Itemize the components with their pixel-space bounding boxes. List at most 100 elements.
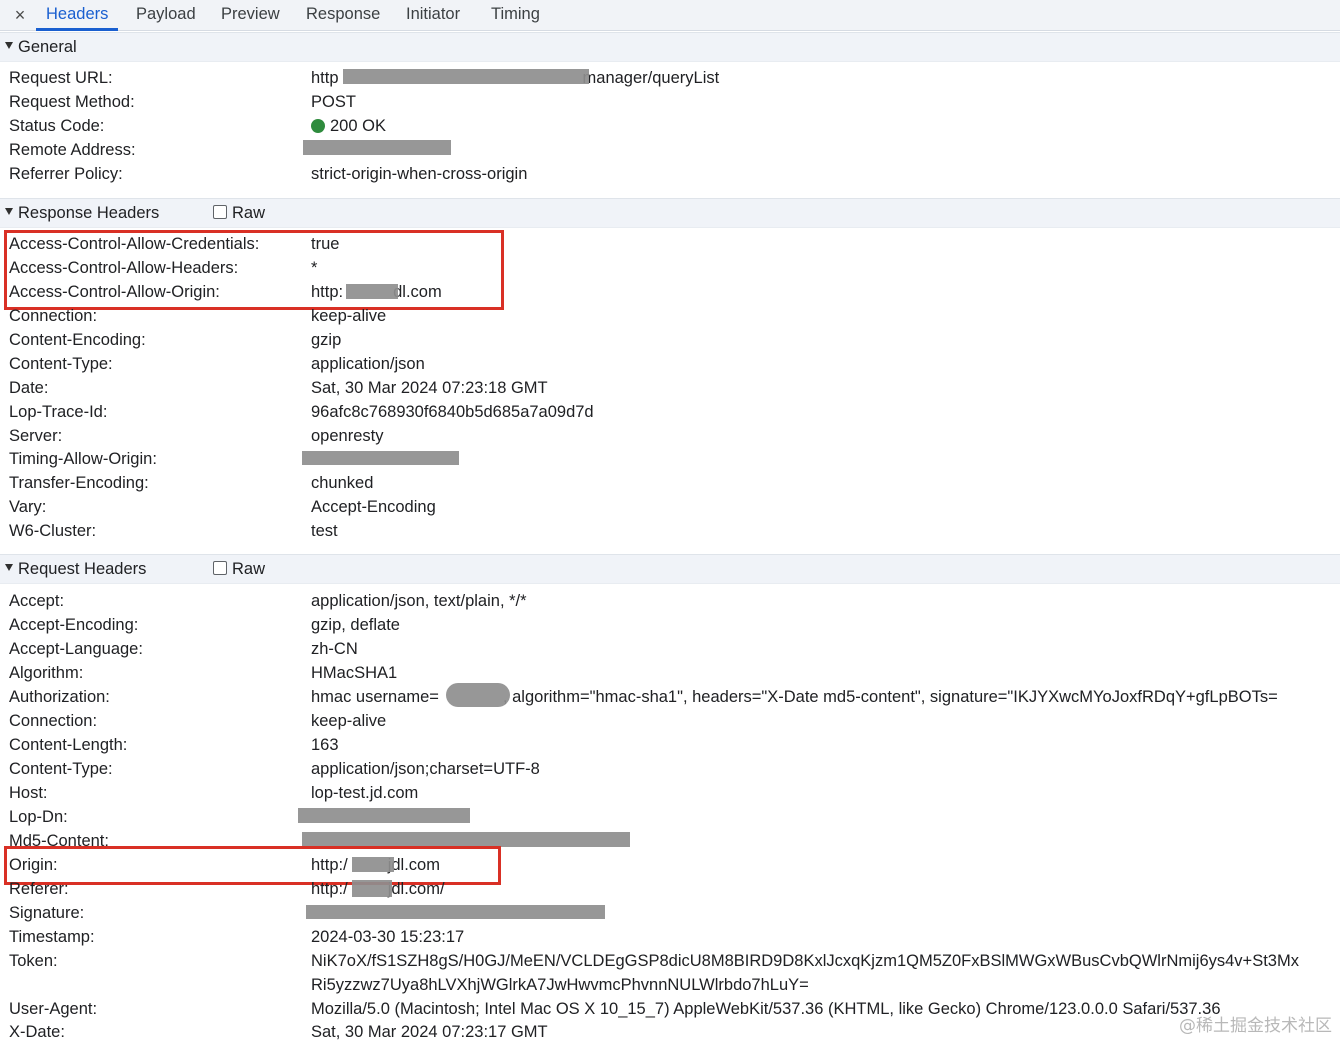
header-row: Content-Type: application/json	[0, 353, 1340, 377]
checkbox-icon[interactable]	[213, 205, 227, 219]
header-key: Content-Encoding:	[9, 331, 146, 349]
header-row: Referrer Policy: strict-origin-when-cros…	[0, 163, 1340, 187]
redaction-bar	[302, 832, 630, 847]
tab-timing[interactable]: Timing	[491, 0, 540, 31]
triangle-down-icon	[5, 208, 13, 215]
header-key: Signature:	[9, 904, 85, 922]
header-value[interactable]: Sat, 30 Mar 2024 07:23:18 GMT	[311, 377, 548, 399]
header-value[interactable]: strict-origin-when-cross-origin	[311, 163, 527, 185]
header-value[interactable]: gzip, deflate	[311, 614, 400, 636]
header-value[interactable]: 163	[311, 734, 339, 756]
tab-headers[interactable]: Headers	[36, 0, 119, 31]
header-row: Accept: application/json, text/plain, */…	[0, 590, 1340, 614]
header-key: Date:	[9, 379, 49, 397]
header-value[interactable]: gzip	[311, 329, 341, 351]
header-value[interactable]: zh-CN	[311, 638, 358, 660]
header-row: Lop-Trace-Id: 96afc8c768930f6840b5d685a7…	[0, 401, 1340, 425]
header-row: Md5-Content:	[0, 830, 1340, 854]
header-row: Signature:	[0, 902, 1340, 926]
header-key: Accept-Language:	[9, 640, 143, 658]
redaction-bar	[352, 857, 394, 872]
header-row: Vary: Accept-Encoding	[0, 496, 1340, 520]
header-row: Referer: http:/jdl.com/	[0, 878, 1340, 902]
redaction-bar	[306, 905, 605, 919]
section-general-header[interactable]: General	[0, 32, 1340, 62]
checkbox-icon[interactable]	[213, 561, 227, 575]
header-row: Lop-Dn:	[0, 806, 1340, 830]
header-key: Referer:	[9, 880, 69, 898]
header-key: Content-Type:	[9, 355, 113, 373]
header-row: W6-Cluster: test	[0, 520, 1340, 544]
header-value[interactable]: 96afc8c768930f6840b5d685a7a09d7d	[311, 401, 594, 423]
header-row: User-Agent: Mozilla/5.0 (Macintosh; Inte…	[0, 998, 1340, 1022]
header-key: Connection:	[9, 307, 98, 325]
header-key: Timestamp:	[9, 928, 95, 946]
header-row: Content-Length: 163	[0, 734, 1340, 758]
devtools-tab-bar: × Headers Payload Preview Response Initi…	[0, 0, 1340, 31]
header-key: Token:	[9, 952, 58, 970]
header-row: Status Code: 200 OK	[0, 115, 1340, 139]
triangle-down-icon	[5, 564, 13, 571]
close-icon[interactable]: ×	[10, 3, 30, 27]
raw-checkbox[interactable]: Raw	[213, 204, 265, 223]
header-key: Origin:	[9, 856, 58, 874]
redaction-blob	[446, 683, 510, 707]
tab-initiator[interactable]: Initiator	[406, 0, 460, 31]
header-value[interactable]: *	[311, 257, 317, 279]
header-key: Connection:	[9, 712, 98, 730]
header-row: Host: lop-test.jd.com	[0, 782, 1340, 806]
header-value[interactable]: test	[311, 520, 338, 542]
header-key: Accept-Encoding:	[9, 616, 139, 634]
raw-checkbox[interactable]: Raw	[213, 560, 265, 579]
header-row: Remote Address:	[0, 139, 1340, 163]
header-value[interactable]: keep-alive	[311, 305, 386, 327]
header-key: Content-Type:	[9, 760, 113, 778]
header-key: Access-Control-Allow-Credentials:	[9, 235, 260, 253]
header-row: Authorization: hmac username=, algorithm…	[0, 686, 1340, 710]
header-key: Request URL:	[9, 69, 113, 87]
header-key: Request Method:	[9, 93, 135, 111]
header-value[interactable]: Mozilla/5.0 (Macintosh; Intel Mac OS X 1…	[311, 998, 1221, 1020]
header-value[interactable]: 200 OK	[311, 115, 386, 137]
header-value[interactable]: POST	[311, 91, 356, 113]
section-response-headers-header[interactable]: Response Headers Raw	[0, 198, 1340, 228]
header-key: Lop-Trace-Id:	[9, 403, 108, 421]
header-row: Access-Control-Allow-Credentials: true	[0, 233, 1340, 257]
header-value[interactable]: lop-test.jd.com	[311, 782, 418, 804]
header-row: Transfer-Encoding: chunked	[0, 472, 1340, 496]
tab-response[interactable]: Response	[306, 0, 380, 31]
header-key: Vary:	[9, 498, 47, 516]
header-value[interactable]: Sat, 30 Mar 2024 07:23:17 GMT	[311, 1021, 548, 1043]
tab-payload[interactable]: Payload	[136, 0, 196, 31]
header-row: Connection: keep-alive	[0, 710, 1340, 734]
watermark: @稀土掘金技术社区	[1179, 1016, 1332, 1036]
header-row: Algorithm: HMacSHA1	[0, 662, 1340, 686]
header-row: Accept-Encoding: gzip, deflate	[0, 614, 1340, 638]
triangle-down-icon	[5, 42, 13, 49]
redaction-bar	[303, 140, 451, 155]
header-value[interactable]: chunked	[311, 472, 373, 494]
header-value-continuation[interactable]: Ri5yzzwz7Uya8hLVXhjWGlrkA7JwHwvmcPhvnnNU…	[311, 974, 809, 996]
section-title: Request Headers	[18, 560, 147, 578]
header-row: Connection: keep-alive	[0, 305, 1340, 329]
header-key: Referrer Policy:	[9, 165, 123, 183]
header-value[interactable]: Accept-Encoding	[311, 496, 436, 518]
tab-preview[interactable]: Preview	[221, 0, 280, 31]
header-value[interactable]: keep-alive	[311, 710, 386, 732]
header-key: Status Code:	[9, 117, 105, 135]
section-title: General	[18, 38, 77, 56]
header-value[interactable]: 2024-03-30 15:23:17	[311, 926, 464, 948]
header-value[interactable]: HMacSHA1	[311, 662, 397, 684]
header-value[interactable]: NiK7oX/fS1SZH8gS/H0GJ/MeEN/VCLDEgGSP8dic…	[311, 950, 1340, 972]
header-value[interactable]: true	[311, 233, 339, 255]
status-ok-icon	[311, 119, 325, 133]
header-value[interactable]: application/json, text/plain, */*	[311, 590, 527, 612]
header-row: Timestamp: 2024-03-30 15:23:17	[0, 926, 1340, 950]
redaction-bar	[302, 451, 459, 465]
section-request-headers-header[interactable]: Request Headers Raw	[0, 554, 1340, 584]
header-value[interactable]: application/json;charset=UTF-8	[311, 758, 540, 780]
header-key: Accept:	[9, 592, 65, 610]
header-key: Access-Control-Allow-Origin:	[9, 283, 220, 301]
header-value[interactable]: openresty	[311, 425, 383, 447]
header-value[interactable]: application/json	[311, 353, 425, 375]
